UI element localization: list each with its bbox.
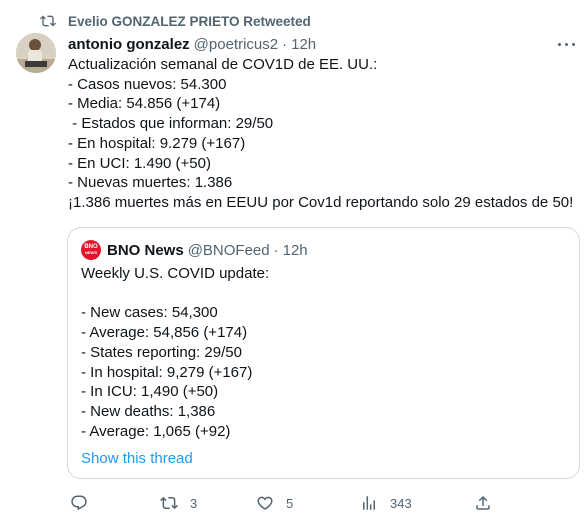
tweet-text-line: - En hospital: 9.279 (+167) (68, 134, 246, 152)
author-name[interactable]: antonio gonzalez (68, 36, 190, 53)
views-button[interactable]: 343 (360, 488, 412, 518)
quoted-tweet-time: 12h (282, 241, 308, 259)
quoted-text-line: - New deaths: 1,386 (81, 402, 216, 420)
tweet-text-line: - Media: 54.856 (+174) (68, 95, 221, 113)
like-button[interactable]: 5 (256, 488, 293, 518)
quoted-text-line: - New cases: 54,300 (81, 304, 218, 322)
share-icon (476, 495, 490, 510)
retweet-count: 3 (190, 495, 198, 511)
quoted-text-line: - In hospital: 9,279 (+167) (81, 363, 253, 381)
like-count: 5 (286, 495, 294, 511)
show-thread-link[interactable]: Show this thread (81, 450, 193, 467)
quoted-tweet-card[interactable]: BNO NEWS BNO News @BNOFeed · 12h Weekly … (67, 227, 580, 479)
quoted-tweet-header: BNO NEWS BNO News @BNOFeed · 12h (81, 239, 308, 261)
separator-dot: · (282, 35, 288, 53)
bno-logo-subtext: NEWS (85, 250, 97, 255)
separator-dot: · (273, 241, 279, 259)
tweet-actions: 3 5 343 (68, 488, 578, 518)
tweet-text: Actualización semanal de COV1D de EE. UU… (68, 55, 578, 213)
quoted-author-handle: @BNOFeed (187, 241, 270, 259)
views-count: 343 (390, 495, 412, 511)
quoted-author-name: BNO News (107, 241, 184, 259)
author-avatar[interactable] (16, 33, 56, 73)
heart-icon (257, 496, 273, 510)
retweet-header: Evelio GONZALEZ PRIETO Retweeted (40, 10, 311, 32)
more-options-icon[interactable] (558, 38, 576, 50)
bno-news-avatar: BNO NEWS (81, 240, 101, 260)
quoted-text-line: - Average: 54,856 (+174) (81, 324, 248, 342)
quoted-text-line: - States reporting: 29/50 (81, 343, 242, 361)
retweet-button[interactable]: 3 (160, 488, 197, 518)
tweet-header: antonio gonzalez @poetricus2 · 12h (68, 33, 316, 55)
bar-chart-icon (363, 496, 375, 510)
tweet-text-line: - Estados que informan: 29/50 (68, 115, 274, 133)
reply-button[interactable] (70, 488, 100, 518)
quoted-text-line: - Average: 1,065 (+92) (81, 422, 231, 440)
retweet-header-text: Evelio GONZALEZ PRIETO Retweeted (68, 13, 311, 29)
quoted-tweet-text: Weekly U.S. COVID update: - New cases: 5… (81, 264, 561, 441)
tweet-text-line: - Nuevas muertes: 1.386 (68, 174, 233, 192)
tweet-text-line: Actualización semanal de COV1D de EE. UU… (68, 56, 378, 73)
reply-icon (71, 495, 87, 511)
quoted-text-line: - In ICU: 1,490 (+50) (81, 383, 219, 401)
quoted-text-line: Weekly U.S. COVID update: (81, 265, 270, 282)
tweet-text-line: - Casos nuevos: 54.300 (68, 75, 227, 93)
retweet-icon (160, 496, 178, 510)
share-button[interactable] (474, 488, 492, 518)
avatar-image (16, 33, 56, 73)
tweet-text-line: ¡1.386 muertes más en EEUU por Cov1d rep… (68, 193, 574, 211)
retweet-icon (40, 15, 56, 27)
tweet-time[interactable]: 12h (291, 36, 316, 53)
quoted-text-line (81, 284, 561, 304)
tweet-text-line: - En UCI: 1.490 (+50) (68, 154, 211, 172)
author-handle[interactable]: @poetricus2 (194, 36, 278, 53)
